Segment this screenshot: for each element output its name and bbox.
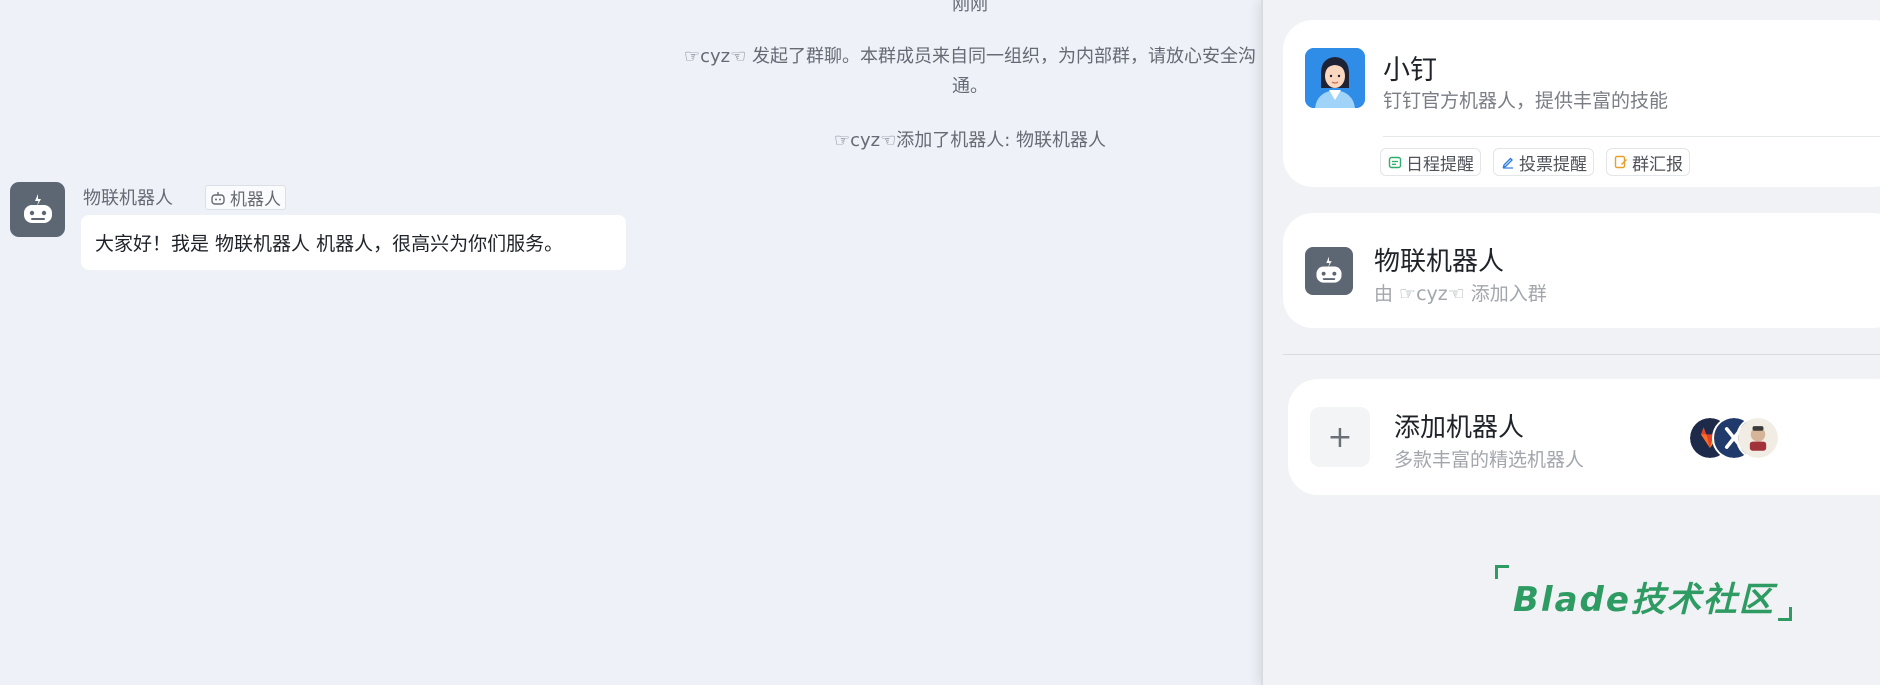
add-robot-subtitle: 多款丰富的精选机器人 xyxy=(1394,449,1585,471)
xiaoding-avatar xyxy=(1305,48,1365,108)
xiaoding-divider xyxy=(1383,136,1880,137)
xiaoding-description: 钉钉官方机器人，提供丰富的技能 xyxy=(1383,90,1669,112)
calendar-icon xyxy=(1387,155,1402,170)
iot-robot-subtitle: 由 ☞cyz☜ 添加入群 xyxy=(1374,283,1547,305)
watermark: Blade技术社区 xyxy=(1495,565,1795,625)
chip-label: 投票提醒 xyxy=(1519,154,1587,175)
robot-tag: 机器人 xyxy=(205,185,286,210)
message-sender-name[interactable]: 物联机器人 xyxy=(83,184,173,210)
robot-avatar[interactable] xyxy=(10,182,65,237)
message-time: 刚刚 xyxy=(952,0,988,15)
chip-label: 群汇报 xyxy=(1632,154,1683,175)
add-robot-card[interactable]: + 添加机器人 多款丰富的精选机器人 xyxy=(1288,379,1880,495)
plus-icon[interactable]: + xyxy=(1310,407,1370,467)
watermark-text: Blade技术社区 xyxy=(1513,580,1775,620)
message-text: 大家好！我是 物联机器人 机器人，很高兴为你们服务。 xyxy=(95,233,564,255)
chip-group-report[interactable]: 群汇报 xyxy=(1606,148,1690,176)
robot-logos xyxy=(1688,416,1780,462)
chip-schedule-reminder[interactable]: 日程提醒 xyxy=(1380,148,1481,176)
pen-icon xyxy=(1500,155,1515,170)
xiaoding-title: 小钉 xyxy=(1383,55,1437,86)
assistant-avatar-icon xyxy=(1305,48,1365,108)
robot-icon xyxy=(1316,256,1342,283)
iot-robot-title: 物联机器人 xyxy=(1374,247,1505,277)
skill-chips: 日程提醒 投票提醒 群汇报 xyxy=(1380,148,1690,176)
panel-divider xyxy=(1283,354,1880,355)
robot-tag-label: 机器人 xyxy=(230,190,281,210)
iot-robot-card[interactable]: 物联机器人 由 ☞cyz☜ 添加入群 xyxy=(1283,213,1880,328)
robot-tag-icon xyxy=(211,191,225,205)
edit-doc-icon xyxy=(1613,155,1628,170)
iot-robot-avatar xyxy=(1305,247,1353,295)
chip-vote-reminder[interactable]: 投票提醒 xyxy=(1493,148,1594,176)
jenkins-logo-icon xyxy=(1736,416,1780,460)
xiaoding-card[interactable]: 小钉 钉钉官方机器人，提供丰富的技能 日程提醒 投票提醒 群汇报 xyxy=(1283,20,1880,187)
chat-area: 刚刚 ☞cyz☜ 发起了群聊。本群成员来自同一组织，为内部群，请放心安全沟通。 … xyxy=(0,0,1261,685)
watermark-corner-bottom-right xyxy=(1778,607,1792,621)
add-robot-title: 添加机器人 xyxy=(1394,413,1525,443)
chip-label: 日程提醒 xyxy=(1406,154,1474,175)
system-message-group-created: ☞cyz☜ 发起了群聊。本群成员来自同一组织，为内部群，请放心安全沟通。 xyxy=(684,46,1256,97)
robot-icon xyxy=(23,193,52,223)
app-root: 刚刚 ☞cyz☜ 发起了群聊。本群成员来自同一组织，为内部群，请放心安全沟通。 … xyxy=(0,0,1880,685)
system-message-robot-added: ☞cyz☜添加了机器人: 物联机器人 xyxy=(833,130,1107,151)
watermark-corner-top-left xyxy=(1495,565,1509,579)
message-bubble[interactable]: 大家好！我是 物联机器人 机器人，很高兴为你们服务。 xyxy=(81,215,626,270)
